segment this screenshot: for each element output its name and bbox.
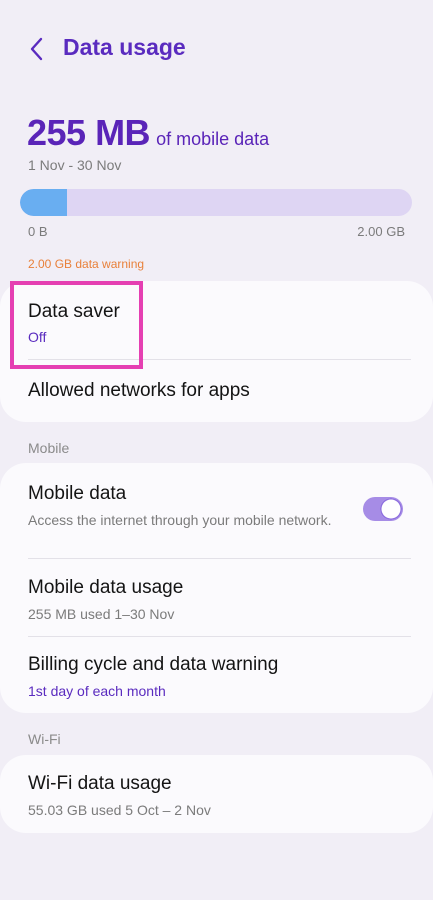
billing-cycle-subtitle: 1st day of each month	[28, 683, 166, 699]
usage-progress-bar	[20, 189, 412, 216]
allowed-networks-row[interactable]: Allowed networks for apps	[28, 380, 411, 402]
wifi-card: Wi-Fi data usage 55.03 GB used 5 Oct – 2…	[0, 755, 433, 833]
usage-suffix: of mobile data	[156, 129, 270, 149]
billing-cycle-row[interactable]: Billing cycle and data warning 1st day o…	[28, 654, 411, 700]
divider	[28, 636, 411, 637]
progress-max-label: 2.00 GB	[357, 224, 405, 239]
progress-min-label: 0 B	[28, 224, 48, 239]
wifi-data-usage-title: Wi-Fi data usage	[28, 773, 172, 794]
mobile-data-description: Access the internet through your mobile …	[28, 512, 332, 528]
wifi-data-usage-row[interactable]: Wi-Fi data usage 55.03 GB used 5 Oct – 2…	[28, 773, 411, 819]
wifi-data-usage-subtitle: 55.03 GB used 5 Oct – 2 Nov	[28, 802, 211, 818]
billing-cycle-title: Billing cycle and data warning	[28, 654, 279, 675]
app-header: Data usage	[0, 0, 433, 100]
section-label-wifi: Wi-Fi	[28, 731, 61, 747]
page-title: Data usage	[63, 34, 186, 60]
usage-summary: 255 MB of mobile data	[27, 112, 269, 154]
usage-amount: 255 MB	[27, 112, 151, 153]
allowed-networks-title: Allowed networks for apps	[28, 380, 250, 401]
divider	[28, 558, 411, 559]
back-button[interactable]	[22, 32, 50, 66]
mobile-data-title: Mobile data	[28, 483, 127, 504]
mobile-data-usage-subtitle: 255 MB used 1–30 Nov	[28, 606, 175, 622]
mobile-data-toggle[interactable]	[363, 497, 403, 521]
toggle-knob	[380, 498, 402, 520]
mobile-data-usage-title: Mobile data usage	[28, 577, 184, 598]
data-warning-label: 2.00 GB data warning	[28, 257, 145, 271]
date-range: 1 Nov - 30 Nov	[28, 157, 122, 173]
highlight-box	[10, 281, 143, 369]
chevron-left-icon	[30, 37, 43, 61]
mobile-data-usage-row[interactable]: Mobile data usage 255 MB used 1–30 Nov	[28, 577, 411, 623]
section-label-mobile: Mobile	[28, 440, 70, 456]
mobile-data-row[interactable]: Mobile data Access the internet through …	[28, 483, 343, 529]
usage-progress-fill	[20, 189, 68, 216]
